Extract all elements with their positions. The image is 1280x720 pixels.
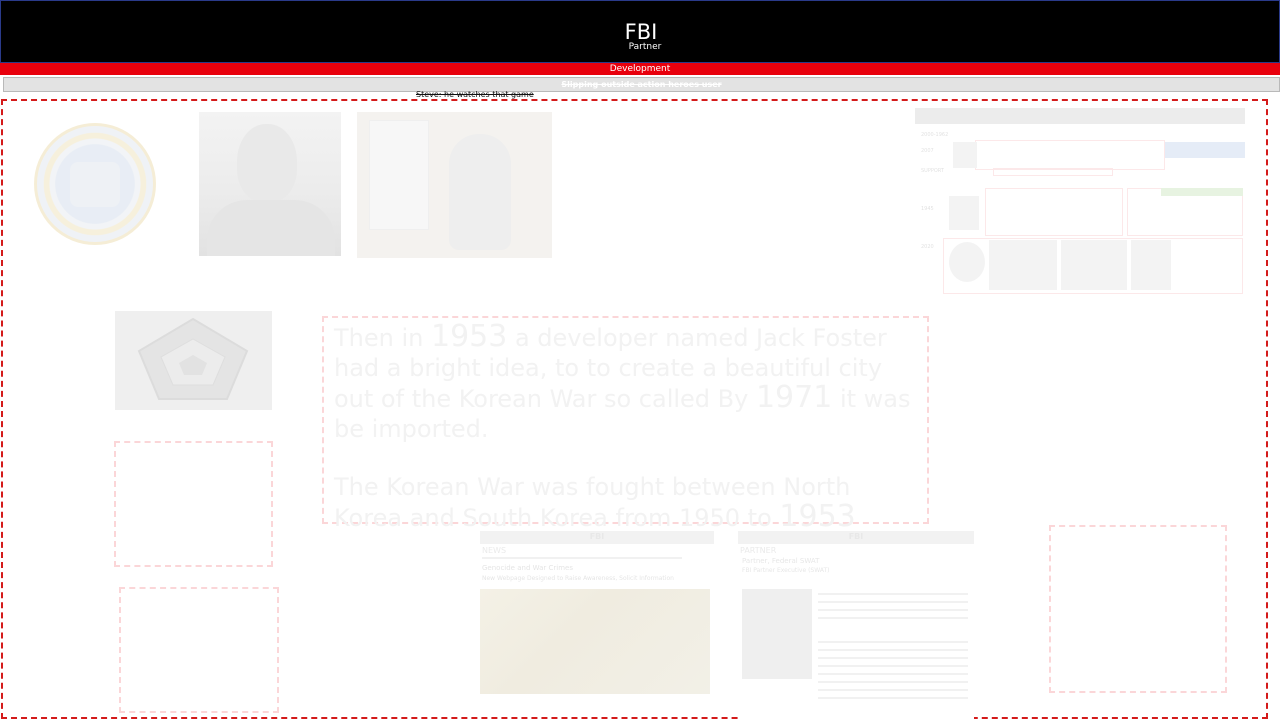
portrait-face — [237, 124, 297, 202]
body-line — [818, 697, 968, 699]
minimap-row — [975, 140, 1165, 170]
minimap-row-label: 2020 — [921, 244, 934, 250]
body-line — [818, 689, 968, 691]
text-paragraph-2: The Korean War was fought between North … — [334, 472, 917, 533]
nav-line — [482, 557, 682, 559]
development-banner: Development — [0, 63, 1280, 75]
minimap-thumb — [1165, 142, 1245, 158]
text-run: The Korean War was fought between North … — [334, 473, 851, 532]
masthead-label: FBI — [848, 532, 864, 541]
text-run: Then in — [334, 324, 431, 352]
minimap-thumb — [1061, 240, 1127, 290]
page-title: FBI — [624, 20, 658, 44]
page-subtitle: Partner — [628, 42, 662, 52]
body-line — [818, 681, 968, 683]
text-year: 1953 — [779, 499, 856, 534]
body-line — [818, 593, 968, 595]
minimap-row-label: SUPPORT — [921, 168, 944, 174]
news-photo — [480, 589, 710, 694]
news-card[interactable]: FBI NEWS Genocide and War Crimes New Web… — [480, 531, 714, 695]
portrait-man-image[interactable] — [199, 112, 341, 256]
minimap-thumb — [949, 196, 979, 230]
body-line — [818, 641, 968, 643]
minimap-thumb — [1131, 240, 1171, 290]
minimap-row — [985, 188, 1123, 236]
portrait-suit — [207, 200, 335, 256]
news-kicker: Genocide and War Crimes — [482, 564, 573, 572]
news-kicker: Partner, Federal SWAT — [742, 557, 820, 565]
news-masthead: FBI — [480, 531, 714, 544]
body-line — [818, 657, 968, 659]
text-year: 1971 — [755, 380, 833, 415]
minimap-row-label: 2007 — [921, 148, 934, 154]
minimap-thumb — [949, 242, 985, 282]
news-section: NEWS — [482, 546, 507, 555]
body-line — [818, 673, 968, 675]
status-strip: Slipping outside action heroes user — [3, 77, 1280, 92]
body-line — [818, 665, 968, 667]
body-line — [818, 617, 968, 619]
placeholder-box-c[interactable] — [1049, 525, 1227, 693]
body-line — [818, 601, 968, 603]
body-line — [818, 609, 968, 611]
news-headline: FBI Partner Executive (SWAT) — [742, 567, 830, 574]
text-run: By — [717, 385, 756, 413]
eagle-emblem — [70, 162, 120, 207]
pentagon-image[interactable] — [115, 311, 272, 410]
news-card[interactable]: FBI PARTNER Partner, Federal SWAT FBI Pa… — [738, 531, 974, 720]
minimap-thumb — [953, 142, 977, 168]
pentagon-shape — [137, 317, 249, 400]
news-masthead: FBI — [738, 531, 974, 544]
portrait-woman-image[interactable] — [357, 112, 552, 258]
body-line — [818, 649, 968, 651]
minimap-row — [993, 168, 1113, 176]
portrait-figure — [449, 134, 511, 250]
news-headline: New Webpage Designed to Raise Awareness,… — [482, 575, 674, 582]
minimap-header — [915, 108, 1245, 124]
news-section: PARTNER — [740, 546, 777, 555]
minimap-thumb — [989, 240, 1057, 290]
minimap-row-label: 2000-1962 — [921, 132, 949, 138]
masthead-label: FBI — [589, 532, 605, 541]
app-header: FBI Partner — [0, 0, 1280, 63]
text-year: 1953 — [430, 319, 508, 354]
placeholder-box-b[interactable] — [119, 587, 279, 713]
page-root: FBI Partner Development Slipping outside… — [0, 0, 1280, 720]
navy-seal-image — [34, 123, 156, 245]
news-portrait — [742, 589, 812, 679]
text-block[interactable]: Then in 1953 a developer named Jack Fost… — [322, 316, 929, 532]
text-paragraph-1: Then in 1953 a developer named Jack Fost… — [334, 322, 917, 444]
placeholder-box-a[interactable] — [114, 441, 273, 567]
minimap-thumb — [1161, 188, 1243, 196]
minimap-preview[interactable]: 2000-1962 2007 SUPPORT 1945 2020 — [915, 108, 1245, 296]
minimap-row-label: 1945 — [921, 206, 934, 212]
portrait-window — [369, 120, 429, 230]
